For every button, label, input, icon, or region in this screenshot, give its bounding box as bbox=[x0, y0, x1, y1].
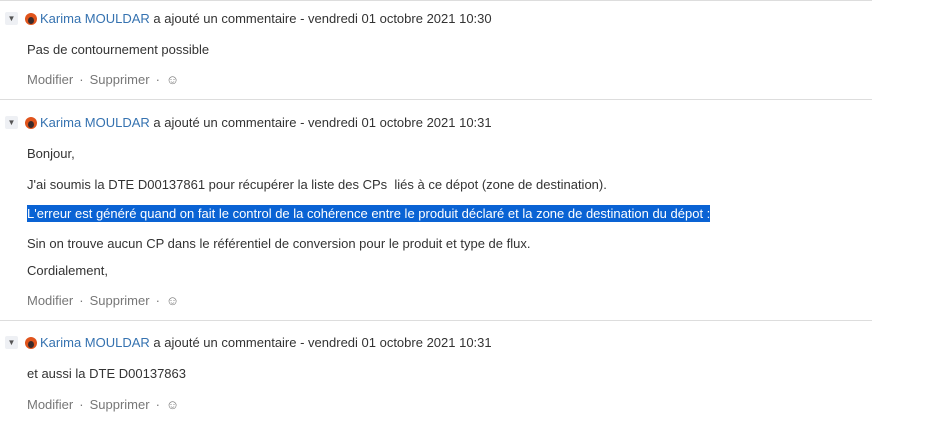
edit-link[interactable]: Modifier bbox=[27, 293, 73, 308]
comment-header: ▼ Karima MOULDAR a ajouté un commentaire… bbox=[5, 335, 492, 350]
comment-header: ▼ Karima MOULDAR a ajouté un commentaire… bbox=[5, 115, 492, 130]
separator bbox=[0, 320, 872, 321]
comment-meta: a ajouté un commentaire - vendredi 01 oc… bbox=[149, 115, 492, 130]
dot-separator: · bbox=[79, 293, 84, 308]
edit-link[interactable]: Modifier bbox=[27, 72, 73, 87]
delete-link[interactable]: Supprimer bbox=[90, 72, 150, 87]
separator bbox=[0, 99, 872, 100]
edit-link[interactable]: Modifier bbox=[27, 397, 73, 412]
comment-text: Bonjour, bbox=[27, 146, 75, 161]
delete-link[interactable]: Supprimer bbox=[90, 293, 150, 308]
dot-separator: · bbox=[155, 72, 160, 87]
avatar bbox=[25, 336, 37, 349]
comment-actions: Modifier · Supprimer · ☺ bbox=[27, 72, 179, 87]
dot-separator: · bbox=[79, 72, 84, 87]
comment-meta: a ajouté un commentaire - vendredi 01 oc… bbox=[149, 11, 492, 26]
smiley-add-icon[interactable]: ☺ bbox=[166, 293, 179, 308]
avatar bbox=[25, 116, 37, 129]
comment-text: et aussi la DTE D00137863 bbox=[27, 366, 186, 381]
author-link[interactable]: Karima MOULDAR bbox=[40, 115, 150, 130]
dot-separator: · bbox=[79, 397, 84, 412]
smiley-add-icon[interactable]: ☺ bbox=[166, 72, 179, 87]
selected-comment-text: L'erreur est généré quand on fait le con… bbox=[27, 205, 711, 222]
separator bbox=[0, 0, 872, 1]
dot-separator: · bbox=[155, 293, 160, 308]
comment-actions: Modifier · Supprimer · ☺ bbox=[27, 397, 179, 412]
author-link[interactable]: Karima MOULDAR bbox=[40, 335, 150, 350]
smiley-add-icon[interactable]: ☺ bbox=[166, 397, 179, 412]
comment-text: Sin on trouve aucun CP dans le référenti… bbox=[27, 236, 531, 251]
comment-text: J'ai soumis la DTE D00137861 pour récupé… bbox=[27, 177, 607, 192]
collapse-toggle-icon[interactable]: ▼ bbox=[5, 336, 18, 349]
comment-text: Pas de contournement possible bbox=[27, 42, 210, 57]
comment-meta: a ajouté un commentaire - vendredi 01 oc… bbox=[149, 335, 492, 350]
dot-separator: · bbox=[155, 397, 160, 412]
comment-text: Cordialement, bbox=[27, 263, 108, 278]
collapse-toggle-icon[interactable]: ▼ bbox=[5, 12, 18, 25]
delete-link[interactable]: Supprimer bbox=[90, 397, 150, 412]
comment-header: ▼ Karima MOULDAR a ajouté un commentaire… bbox=[5, 11, 492, 26]
author-link[interactable]: Karima MOULDAR bbox=[40, 11, 150, 26]
collapse-toggle-icon[interactable]: ▼ bbox=[5, 116, 18, 129]
avatar bbox=[25, 12, 37, 25]
comment-actions: Modifier · Supprimer · ☺ bbox=[27, 293, 179, 308]
